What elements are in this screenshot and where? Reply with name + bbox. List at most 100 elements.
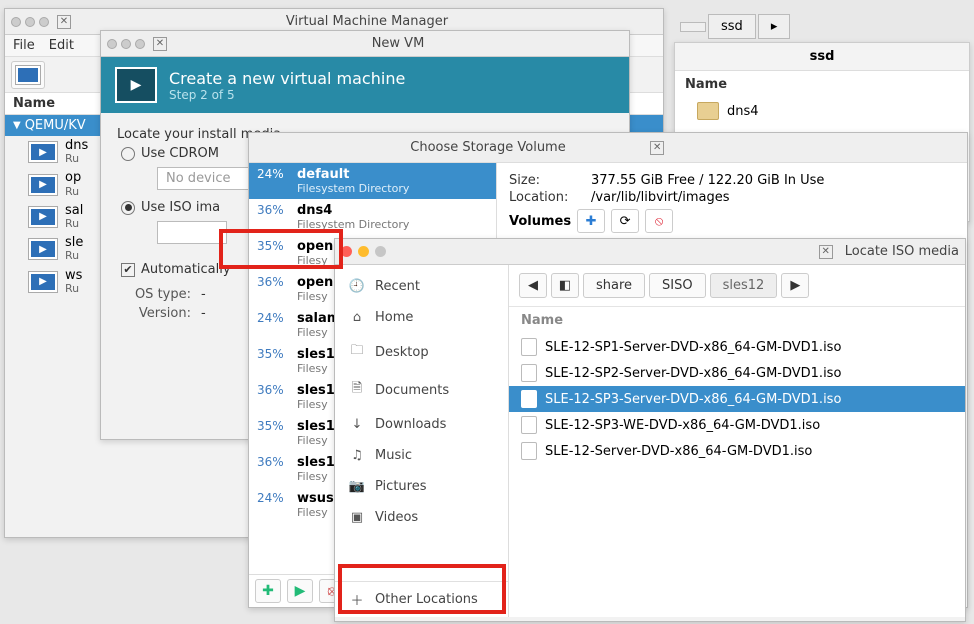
- window-controls[interactable]: [11, 17, 49, 27]
- window-controls[interactable]: [341, 246, 386, 257]
- radio-icon[interactable]: [121, 147, 135, 161]
- menu-file[interactable]: File: [13, 38, 35, 53]
- tab-unknown[interactable]: [680, 22, 706, 32]
- vm-state: Ru: [65, 250, 83, 262]
- ssd-heading: ssd: [675, 43, 969, 71]
- menu-edit[interactable]: Edit: [49, 38, 74, 53]
- newvm-titlebar[interactable]: ✕ New VM: [101, 31, 629, 57]
- start-pool-button[interactable]: ▶: [287, 579, 313, 603]
- expand-icon[interactable]: ▼: [13, 120, 21, 131]
- back-button[interactable]: ◀: [519, 273, 547, 298]
- folder-icon: 🗀: [349, 341, 365, 363]
- window-dot[interactable]: [25, 17, 35, 27]
- home-icon: ⌂: [349, 310, 365, 325]
- places-videos[interactable]: ▣Videos: [335, 502, 508, 533]
- add-pool-button[interactable]: ✚: [255, 579, 281, 603]
- radio-icon[interactable]: [121, 201, 135, 215]
- file-name: SLE-12-Server-DVD-x86_64-GM-DVD1.iso: [545, 444, 812, 459]
- folder-row[interactable]: dns4: [675, 98, 969, 124]
- file-row[interactable]: SLE-12-SP3-WE-DVD-x86_64-GM-DVD1.iso: [509, 412, 965, 438]
- places-recent[interactable]: 🕘Recent: [335, 271, 508, 302]
- pool-name: sles1: [297, 419, 335, 434]
- volumes-label: Volumes: [509, 214, 571, 229]
- pool-name: wsus: [297, 491, 334, 506]
- storage-pool-item[interactable]: 36% dns4 Filesystem Directory: [249, 199, 496, 235]
- pool-type: Filesy: [297, 290, 333, 303]
- pool-name: sles1: [297, 347, 335, 362]
- places-documents[interactable]: 🗎Documents: [335, 371, 508, 409]
- close-button[interactable]: [341, 246, 352, 257]
- file-column-name[interactable]: Name: [509, 307, 965, 334]
- crumb-siso[interactable]: SISO: [649, 273, 706, 298]
- pool-percent: 36%: [257, 383, 291, 397]
- places-pictures[interactable]: 📷Pictures: [335, 471, 508, 502]
- crumb-share[interactable]: share: [583, 273, 645, 298]
- vm-state: Ru: [65, 153, 88, 165]
- file-row[interactable]: SLE-12-SP2-Server-DVD-x86_64-GM-DVD1.iso: [509, 360, 965, 386]
- title-icon: ✕: [650, 141, 664, 155]
- places-music[interactable]: ♫Music: [335, 440, 508, 471]
- pool-percent: 35%: [257, 239, 291, 253]
- forward-button[interactable]: ▶: [781, 273, 809, 298]
- file-row[interactable]: SLE-12-Server-DVD-x86_64-GM-DVD1.iso: [509, 438, 965, 464]
- file-row[interactable]: SLE-12-SP3-Server-DVD-x86_64-GM-DVD1.iso: [509, 386, 965, 412]
- delete-volume-button[interactable]: ⦸: [645, 209, 673, 233]
- pool-type: Filesy: [297, 470, 335, 483]
- ssd-name-column[interactable]: Name: [675, 71, 969, 98]
- window-dot[interactable]: [11, 17, 21, 27]
- places-desktop[interactable]: 🗀Desktop: [335, 333, 508, 371]
- vm-name: ws: [65, 269, 82, 283]
- pool-percent: 35%: [257, 419, 291, 433]
- file-icon: [521, 390, 537, 408]
- pool-percent: 24%: [257, 491, 291, 505]
- window-dot[interactable]: [39, 17, 49, 27]
- vm-thumbnail-icon: ▶: [29, 175, 57, 195]
- vm-thumbnail-icon: ▶: [29, 272, 57, 292]
- vmm-title: Virtual Machine Manager: [77, 14, 657, 29]
- new-vm-button[interactable]: [11, 61, 45, 89]
- places-downloads[interactable]: ↓Downloads: [335, 409, 508, 440]
- file-name: SLE-12-SP1-Server-DVD-x86_64-GM-DVD1.iso: [545, 340, 841, 355]
- size-value: 377.55 GiB Free / 122.20 GiB In Use: [591, 173, 824, 188]
- os-type-label: OS type:: [117, 287, 191, 302]
- storage-title: Choose Storage Volume: [410, 140, 565, 155]
- iso-path-field[interactable]: [157, 221, 227, 244]
- crumb-sles12[interactable]: sles12: [710, 273, 778, 298]
- title-icon: ✕: [819, 245, 833, 259]
- storage-pool-item[interactable]: 24% default Filesystem Directory: [249, 163, 496, 199]
- pool-name: dns4: [297, 203, 409, 218]
- location-toggle-button[interactable]: ◧: [551, 273, 579, 298]
- minimize-button[interactable]: [358, 246, 369, 257]
- camera-icon: 📷: [349, 479, 365, 494]
- file-row[interactable]: SLE-12-SP1-Server-DVD-x86_64-GM-DVD1.iso: [509, 334, 965, 360]
- places-home[interactable]: ⌂Home: [335, 302, 508, 333]
- pool-percent: 35%: [257, 347, 291, 361]
- vm-state: Ru: [65, 283, 82, 295]
- use-cdrom-label: Use CDROM: [141, 146, 219, 161]
- tab-forward-button[interactable]: ▸: [758, 14, 791, 39]
- pool-percent: 24%: [257, 311, 291, 325]
- vm-state: Ru: [65, 186, 81, 198]
- maximize-button[interactable]: [375, 246, 386, 257]
- banner-step: Step 2 of 5: [169, 88, 405, 102]
- new-volume-button[interactable]: ✚: [577, 209, 605, 233]
- pool-percent: 36%: [257, 275, 291, 289]
- locate-title: Locate ISO media: [845, 244, 959, 259]
- checkbox-icon[interactable]: ✔: [121, 263, 135, 277]
- places-other-locations[interactable]: ＋Other Locations: [335, 581, 508, 617]
- vm-state: Ru: [65, 218, 83, 230]
- pool-name: default: [297, 167, 409, 182]
- pool-name: sles1: [297, 455, 335, 470]
- music-icon: ♫: [349, 448, 365, 463]
- folder-icon: [697, 102, 719, 120]
- tab-ssd[interactable]: ssd: [708, 14, 756, 39]
- vm-name: dns: [65, 139, 88, 153]
- document-icon: 🗎: [349, 379, 365, 401]
- places-sidebar: 🕘Recent ⌂Home 🗀Desktop 🗎Documents ↓Downl…: [335, 265, 509, 617]
- locate-titlebar[interactable]: ✕ Locate ISO media: [335, 239, 965, 265]
- storage-titlebar[interactable]: ✕ Choose Storage Volume: [249, 133, 967, 163]
- plus-icon: ＋: [349, 590, 365, 609]
- locate-iso-window: ✕ Locate ISO media 🕘Recent ⌂Home 🗀Deskto…: [334, 238, 966, 622]
- refresh-volumes-button[interactable]: ⟳: [611, 209, 639, 233]
- clock-icon: 🕘: [349, 279, 365, 294]
